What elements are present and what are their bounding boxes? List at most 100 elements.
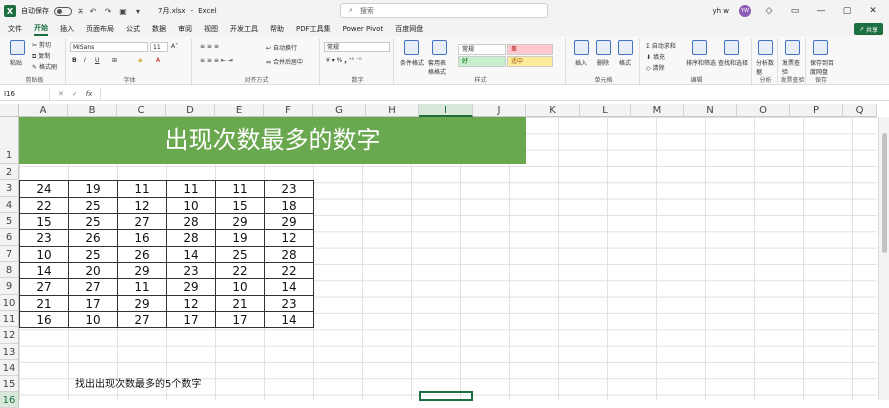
table-cell[interactable]: 27 [19, 278, 69, 296]
row-header[interactable]: 2 [0, 164, 19, 180]
table-cell[interactable]: 14 [166, 246, 216, 263]
table-cell[interactable]: 17 [166, 311, 216, 328]
table-cell[interactable]: 15 [19, 213, 69, 230]
redo-icon[interactable]: ↷ [103, 7, 113, 16]
column-header[interactable]: I [419, 104, 473, 117]
menu-item[interactable]: 审阅 [178, 24, 192, 34]
select-all-corner[interactable] [0, 104, 19, 117]
table-cell[interactable]: 12 [117, 197, 167, 214]
paste-button[interactable]: 粘贴 [10, 58, 22, 67]
table-cell[interactable]: 28 [166, 229, 216, 247]
table-format-button[interactable]: 套用表格格式 [428, 58, 450, 76]
style-good[interactable]: 好 [458, 56, 506, 67]
format-painter-button[interactable]: ✎ 格式刷 [32, 62, 57, 71]
menu-item[interactable]: 帮助 [270, 24, 284, 34]
analyze-data-icon[interactable] [758, 40, 773, 55]
column-header[interactable]: O [737, 104, 790, 117]
menu-item[interactable]: PDF工具集 [296, 24, 331, 34]
table-cell[interactable]: 14 [264, 311, 314, 328]
baidu-save-icon[interactable] [813, 40, 828, 55]
delete-cells-button[interactable]: 删除 [597, 58, 609, 67]
table-cell[interactable]: 23 [264, 295, 314, 312]
table-cell[interactable]: 25 [68, 246, 118, 263]
menu-item[interactable]: 插入 [60, 24, 74, 34]
table-cell[interactable]: 25 [215, 246, 265, 263]
style-normal[interactable]: 常规 [458, 44, 506, 55]
table-cell[interactable]: 29 [117, 262, 167, 279]
borders-icon[interactable]: ⊞ [112, 57, 117, 64]
menu-item[interactable]: 公式 [126, 24, 140, 34]
invoice-check-icon[interactable] [785, 40, 800, 55]
table-cell[interactable]: 22 [215, 262, 265, 279]
autosum-button[interactable]: Σ 自动求和 [646, 41, 676, 50]
table-cell[interactable]: 29 [166, 278, 216, 296]
table-cell[interactable]: 11 [215, 180, 265, 198]
number-format-select[interactable]: 常规 [324, 42, 390, 52]
row-header[interactable]: 6 [0, 229, 19, 246]
table-cell[interactable]: 22 [19, 197, 69, 214]
menu-item[interactable]: 文件 [8, 24, 22, 34]
column-header[interactable]: E [215, 104, 264, 117]
paste-icon[interactable] [10, 40, 25, 55]
row-header[interactable]: 14 [0, 360, 19, 376]
fill-color-icon[interactable]: ◈ [138, 57, 143, 64]
table-cell[interactable]: 11 [117, 180, 167, 198]
column-header[interactable]: G [313, 104, 366, 117]
table-cell[interactable]: 29 [215, 213, 265, 230]
table-cell[interactable]: 11 [166, 180, 216, 198]
search-box[interactable]: ⌕ 搜索 [340, 3, 548, 18]
table-cell[interactable]: 25 [68, 213, 118, 230]
table-cell[interactable]: 28 [166, 213, 216, 230]
style-neutral[interactable]: 适中 [507, 56, 553, 67]
underline-icon[interactable]: U [95, 57, 99, 64]
instruction-note[interactable]: 找出出现次数最多的5个数字 [75, 375, 201, 390]
clear-button[interactable]: ◇ 清除 [646, 63, 665, 72]
column-header[interactable]: P [790, 104, 843, 117]
table-cell[interactable]: 21 [215, 295, 265, 312]
wrap-text-button[interactable]: ↩ 自动换行 [266, 43, 297, 52]
ribbon-display-icon[interactable]: ▭ [787, 6, 803, 16]
table-cell[interactable]: 10 [19, 246, 69, 263]
undo-icon[interactable]: ↶ [88, 7, 98, 16]
table-cell[interactable]: 28 [264, 246, 314, 263]
share-button[interactable]: ↗ 共享 [853, 23, 883, 35]
row-header[interactable]: 5 [0, 213, 19, 229]
row-header[interactable]: 15 [0, 376, 19, 392]
table-cell[interactable]: 23 [19, 229, 69, 247]
menu-item[interactable]: 数据 [152, 24, 166, 34]
table-cell[interactable]: 25 [68, 197, 118, 214]
table-cell[interactable]: 11 [117, 278, 167, 296]
menu-item[interactable]: 开发工具 [230, 24, 258, 34]
format-cells-icon[interactable] [618, 40, 633, 55]
table-cell[interactable]: 18 [264, 197, 314, 214]
merge-center-button[interactable]: ⇔ 合并后居中 [266, 57, 303, 66]
column-header[interactable]: N [684, 104, 737, 117]
table-cell[interactable]: 12 [166, 295, 216, 312]
table-cell[interactable]: 14 [264, 278, 314, 296]
table-cell[interactable]: 27 [117, 213, 167, 230]
row-header[interactable]: 16 [0, 392, 19, 408]
analyze-data-button[interactable]: 分析数据 [756, 58, 776, 76]
delete-cells-icon[interactable] [596, 40, 611, 55]
table-cell[interactable]: 26 [117, 246, 167, 263]
table-cell[interactable]: 17 [215, 311, 265, 328]
table-cell[interactable]: 26 [68, 229, 118, 247]
table-cell[interactable]: 19 [215, 229, 265, 247]
scroll-thumb[interactable] [882, 133, 887, 253]
table-cell[interactable]: 20 [68, 262, 118, 279]
autosave-toggle[interactable] [54, 6, 72, 16]
find-select-icon[interactable] [724, 40, 739, 55]
table-cell[interactable]: 10 [68, 311, 118, 328]
column-header[interactable]: K [526, 104, 580, 117]
font-name-select[interactable]: MiSans [70, 42, 148, 52]
table-cell[interactable]: 10 [166, 197, 216, 214]
column-header[interactable]: D [166, 104, 215, 117]
row-header[interactable]: 10 [0, 295, 19, 311]
table-format-icon[interactable] [432, 40, 447, 55]
row-header[interactable]: 13 [0, 344, 19, 360]
sort-filter-button[interactable]: 排序和筛选 [686, 58, 716, 67]
formula-input[interactable] [100, 87, 889, 101]
row-header[interactable]: 3 [0, 180, 19, 197]
table-cell[interactable]: 12 [264, 229, 314, 247]
row-header[interactable]: 7 [0, 246, 19, 262]
